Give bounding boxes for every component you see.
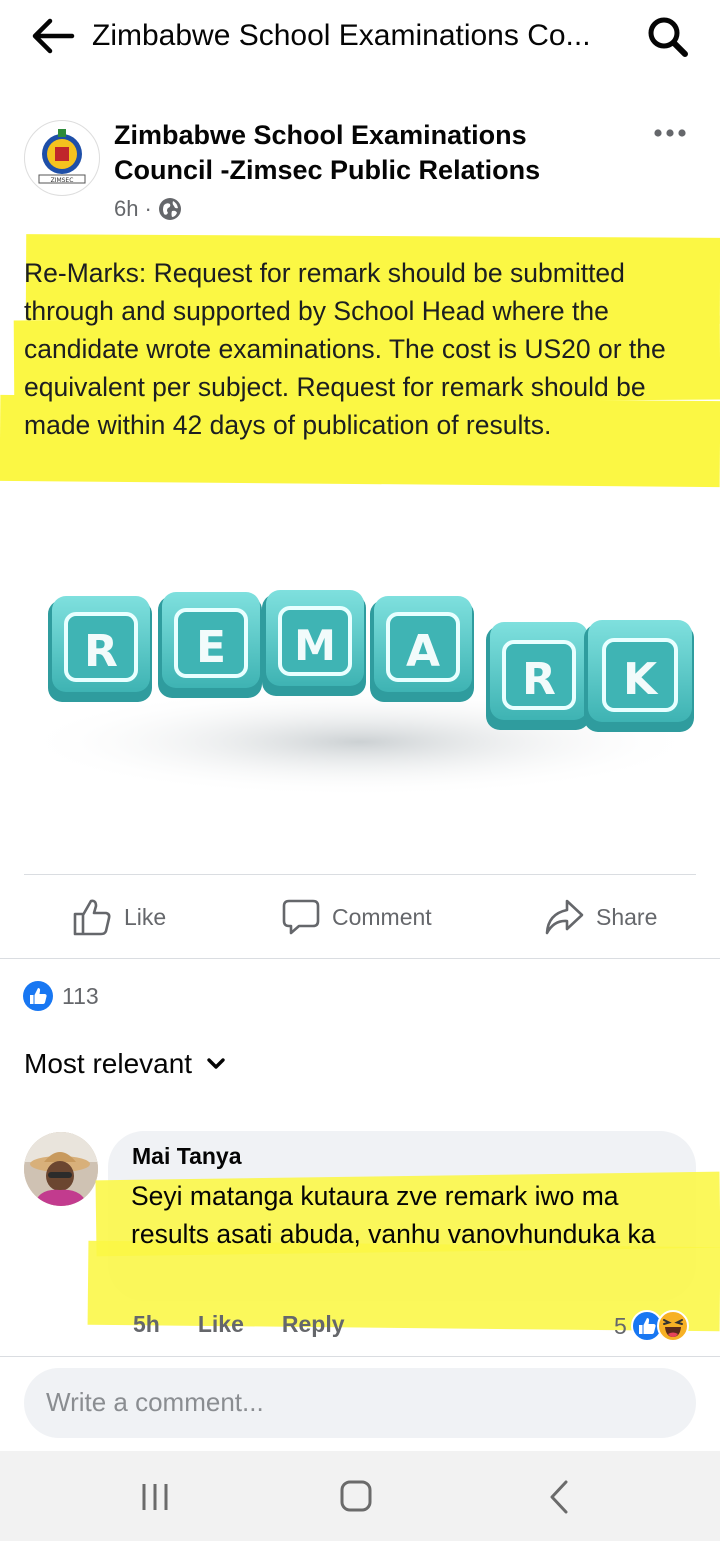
svg-text:ZIMSEC: ZIMSEC bbox=[51, 177, 74, 184]
svg-text:K: K bbox=[623, 654, 659, 705]
divider bbox=[0, 1356, 720, 1357]
arrow-left-icon bbox=[32, 18, 75, 54]
share-button[interactable]: Share bbox=[544, 888, 657, 946]
post-author[interactable]: Zimbabwe School Examinations Council -Zi… bbox=[114, 118, 614, 188]
divider bbox=[0, 958, 720, 959]
like-reaction-icon bbox=[23, 981, 53, 1011]
comment-reaction-count: 5 bbox=[614, 1312, 627, 1339]
thumbs-up-icon bbox=[73, 899, 111, 936]
like-button[interactable]: Like bbox=[72, 888, 166, 946]
reaction-count: 113 bbox=[62, 982, 99, 1009]
comment-time[interactable]: 5h bbox=[133, 1311, 160, 1338]
comment-actions: 5h Like Reply bbox=[133, 1311, 345, 1338]
profile-photo-icon bbox=[24, 1132, 98, 1206]
page-title: Zimbabwe School Examinations Co... bbox=[92, 19, 591, 52]
page-avatar[interactable]: ZIMSEC bbox=[24, 120, 100, 196]
comment-icon bbox=[282, 899, 320, 935]
tile-r2: R bbox=[486, 622, 590, 730]
zimsec-logo-icon: ZIMSEC bbox=[26, 122, 98, 194]
recent-apps-icon bbox=[142, 1484, 168, 1510]
comment-label: Comment bbox=[332, 903, 432, 930]
tile-r1: R bbox=[48, 596, 152, 702]
more-dots-icon bbox=[654, 129, 686, 137]
comment-reactions[interactable]: 5 bbox=[614, 1310, 689, 1342]
like-label: Like bbox=[124, 903, 167, 930]
svg-text:A: A bbox=[406, 626, 440, 677]
comment-author[interactable]: Mai Tanya bbox=[132, 1143, 242, 1170]
svg-text:M: M bbox=[294, 621, 336, 670]
comment-text: Seyi matanga kutaura zve remark iwo ma r… bbox=[131, 1181, 656, 1249]
reaction-summary[interactable]: 113 bbox=[22, 980, 99, 1012]
comments-sort-dropdown[interactable]: Most relevant bbox=[24, 1048, 226, 1080]
svg-text:R: R bbox=[84, 626, 118, 677]
home-button[interactable] bbox=[331, 1474, 381, 1520]
tile-m: M bbox=[262, 590, 366, 696]
globe-icon bbox=[158, 198, 181, 220]
share-label: Share bbox=[596, 903, 658, 930]
post-time[interactable]: 6h bbox=[114, 196, 138, 222]
commenter-avatar[interactable] bbox=[24, 1132, 98, 1206]
comment-reply-button[interactable]: Reply bbox=[282, 1311, 345, 1338]
comment-like-button[interactable]: Like bbox=[198, 1311, 244, 1338]
post-text: Re-Marks: Request for remark should be s… bbox=[24, 258, 666, 440]
haha-reaction-icon bbox=[656, 1310, 689, 1342]
meta-separator: · bbox=[144, 196, 152, 221]
system-back-button[interactable] bbox=[534, 1474, 584, 1520]
post-meta: 6h · bbox=[114, 196, 182, 222]
remark-tiles-image: R E M A R K bbox=[20, 590, 700, 797]
svg-text:E: E bbox=[196, 622, 226, 673]
more-options-button[interactable] bbox=[650, 118, 690, 148]
share-arrow-icon bbox=[545, 899, 584, 935]
post-image[interactable]: R E M A R K bbox=[0, 492, 720, 862]
home-icon bbox=[340, 1480, 372, 1512]
tile-k: K bbox=[584, 620, 694, 732]
chevron-left-icon bbox=[550, 1480, 568, 1514]
comment-input-placeholder: Write a comment... bbox=[46, 1387, 264, 1417]
chevron-down-icon bbox=[207, 1058, 225, 1069]
sort-label: Most relevant bbox=[24, 1048, 193, 1079]
divider bbox=[24, 874, 696, 875]
top-bar: Zimbabwe School Examinations Co... bbox=[0, 0, 720, 72]
tile-e: E bbox=[158, 592, 262, 698]
search-icon bbox=[648, 17, 688, 57]
tile-a: A bbox=[370, 596, 474, 702]
svg-text:R: R bbox=[522, 654, 556, 705]
recent-apps-button[interactable] bbox=[130, 1474, 180, 1520]
comment-button[interactable]: Comment bbox=[282, 888, 432, 946]
search-button[interactable] bbox=[644, 12, 692, 60]
back-button[interactable] bbox=[28, 14, 78, 58]
